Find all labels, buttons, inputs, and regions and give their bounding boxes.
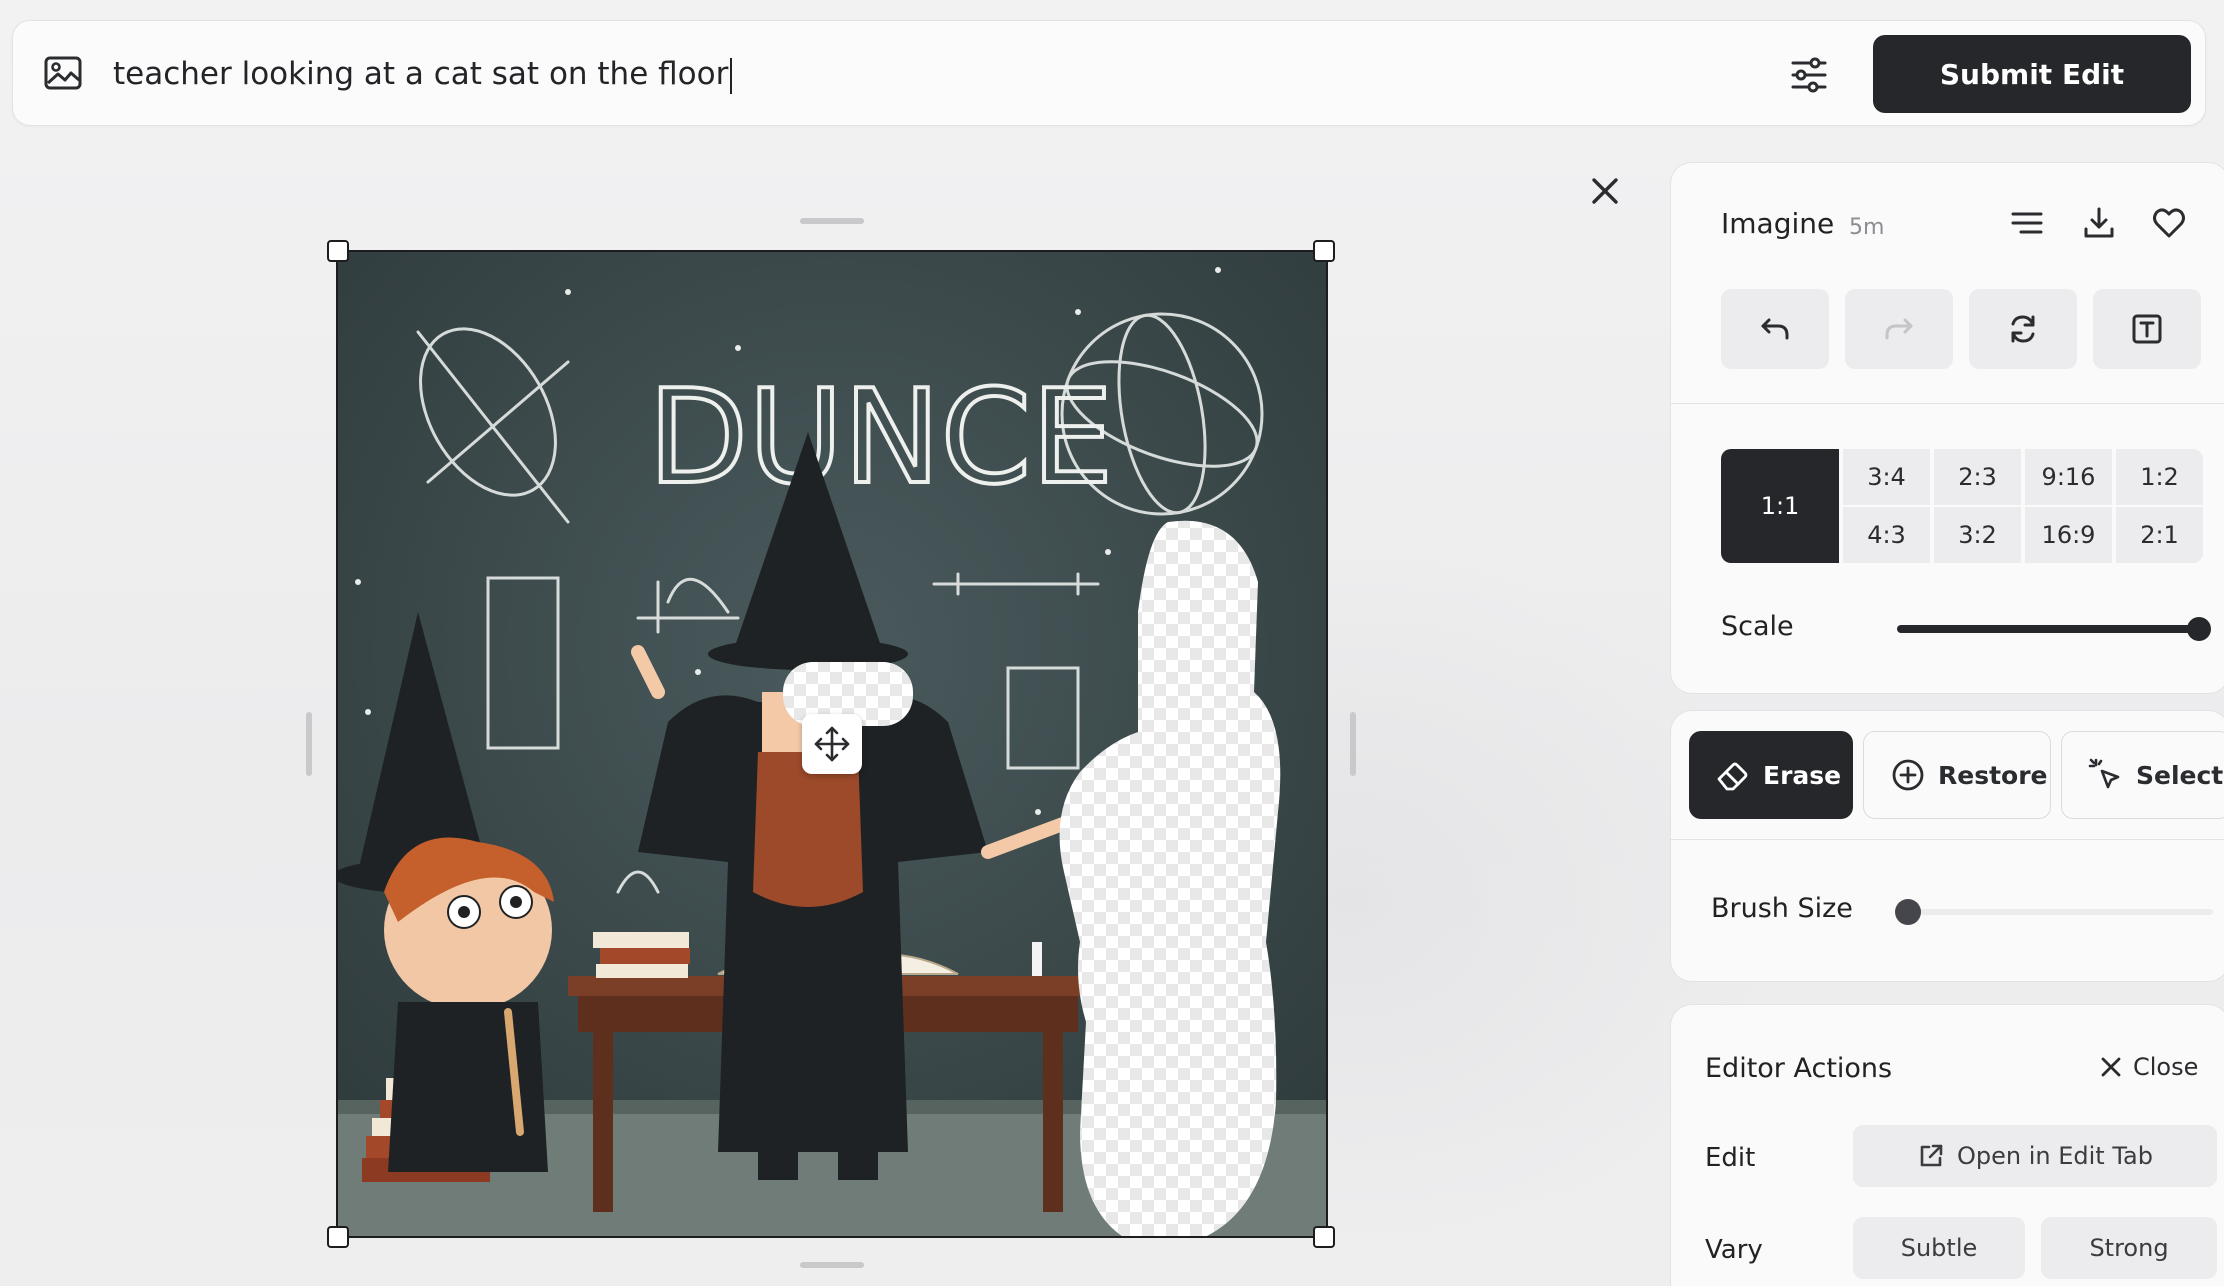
prompt-bar: teacher looking at a cat sat on the floo… <box>12 20 2206 126</box>
undo-icon <box>1761 318 1789 340</box>
eraser-icon <box>1717 762 1748 791</box>
download-icon[interactable] <box>2081 205 2117 241</box>
editor-actions-title: Editor Actions <box>1705 1053 1893 1084</box>
open-in-edit-tab-button[interactable]: Open in Edit Tab <box>1853 1125 2217 1187</box>
submit-edit-button[interactable]: Submit Edit <box>1873 35 2191 113</box>
ratio-option[interactable]: 3:2 <box>1934 507 2021 563</box>
select-label: Select <box>2136 760 2224 790</box>
prompt-input[interactable]: teacher looking at a cat sat on the floo… <box>113 21 733 127</box>
restore-label: Restore <box>1938 760 2048 790</box>
brush-size-knob[interactable] <box>1895 899 1921 925</box>
lines-icon[interactable] <box>2009 205 2045 241</box>
sparkle-cursor-icon <box>2088 758 2120 789</box>
ratio-option[interactable]: 16:9 <box>2025 507 2112 563</box>
text-box-icon <box>2132 314 2162 344</box>
move-handle[interactable] <box>802 714 862 774</box>
scale-slider[interactable] <box>1897 625 2197 633</box>
ratio-option-selected[interactable]: 1:1 <box>1721 449 1839 563</box>
resize-grip-top[interactable] <box>800 218 864 224</box>
erase-button[interactable]: Erase <box>1689 731 1853 819</box>
ratio-option[interactable]: 9:16 <box>2025 449 2112 505</box>
close-label: Close <box>2133 1053 2199 1081</box>
sliders-icon[interactable] <box>1787 53 1831 97</box>
crop-handle-bottom-right[interactable] <box>1313 1226 1335 1248</box>
redo-icon <box>1885 318 1913 340</box>
image-info-panel: Imagine 5m 1:1 3:4 2:3 9:16 1:2 4:3 3:2 … <box>1670 162 2224 694</box>
external-link-icon <box>1920 1144 1943 1167</box>
scale-label: Scale <box>1721 611 1794 642</box>
vary-row-label: Vary <box>1705 1235 1763 1265</box>
crop-handle-top-left[interactable] <box>327 240 349 262</box>
ratio-option[interactable]: 1:2 <box>2116 449 2203 505</box>
ratio-option[interactable]: 4:3 <box>1843 507 1930 563</box>
refresh-button[interactable] <box>1969 289 2077 369</box>
erase-label: Erase <box>1763 760 1842 790</box>
close-icon <box>2101 1057 2121 1077</box>
panel-age: 5m <box>1849 215 1885 240</box>
brush-tools-panel: Erase Restore Select Brush Size <box>1670 710 2224 982</box>
chalk-text: DUNCE <box>648 361 1113 513</box>
resize-grip-bottom[interactable] <box>800 1262 864 1268</box>
open-in-edit-tab-label: Open in Edit Tab <box>1957 1142 2153 1170</box>
resize-grip-right[interactable] <box>1350 712 1356 776</box>
ratio-option[interactable]: 2:3 <box>1934 449 2021 505</box>
undo-button[interactable] <box>1721 289 1829 369</box>
text-box-button[interactable] <box>2093 289 2201 369</box>
resize-grip-left[interactable] <box>306 712 312 776</box>
close-icon[interactable] <box>1590 176 1620 206</box>
brush-size-slider[interactable] <box>1903 909 2213 915</box>
crop-handle-top-right[interactable] <box>1313 240 1335 262</box>
vary-subtle-button[interactable]: Subtle <box>1853 1217 2025 1279</box>
panel-divider <box>1671 839 2224 840</box>
heart-icon[interactable] <box>2151 205 2187 241</box>
redo-button[interactable] <box>1845 289 1953 369</box>
edit-row-label: Edit <box>1705 1143 1756 1173</box>
vary-strong-button[interactable]: Strong <box>2041 1217 2217 1279</box>
move-icon <box>814 726 850 762</box>
ratio-option[interactable]: 2:1 <box>2116 507 2203 563</box>
editor-actions-panel: Editor Actions Close Edit Open in Edit T… <box>1670 1004 2224 1286</box>
brush-size-label: Brush Size <box>1711 893 1853 924</box>
panel-divider <box>1671 403 2224 404</box>
refresh-icon <box>2011 315 2035 343</box>
restore-button[interactable]: Restore <box>1863 731 2051 819</box>
ratio-option[interactable]: 3:4 <box>1843 449 1930 505</box>
panel-title: Imagine <box>1721 207 1835 240</box>
scale-slider-knob[interactable] <box>2187 617 2211 641</box>
plus-circle-icon <box>1892 759 1924 791</box>
crop-handle-bottom-left[interactable] <box>327 1226 349 1248</box>
select-button[interactable]: Select <box>2061 731 2224 819</box>
close-actions-button[interactable]: Close <box>2099 1053 2198 1081</box>
image-icon[interactable] <box>43 53 83 93</box>
text-caret <box>730 57 733 94</box>
